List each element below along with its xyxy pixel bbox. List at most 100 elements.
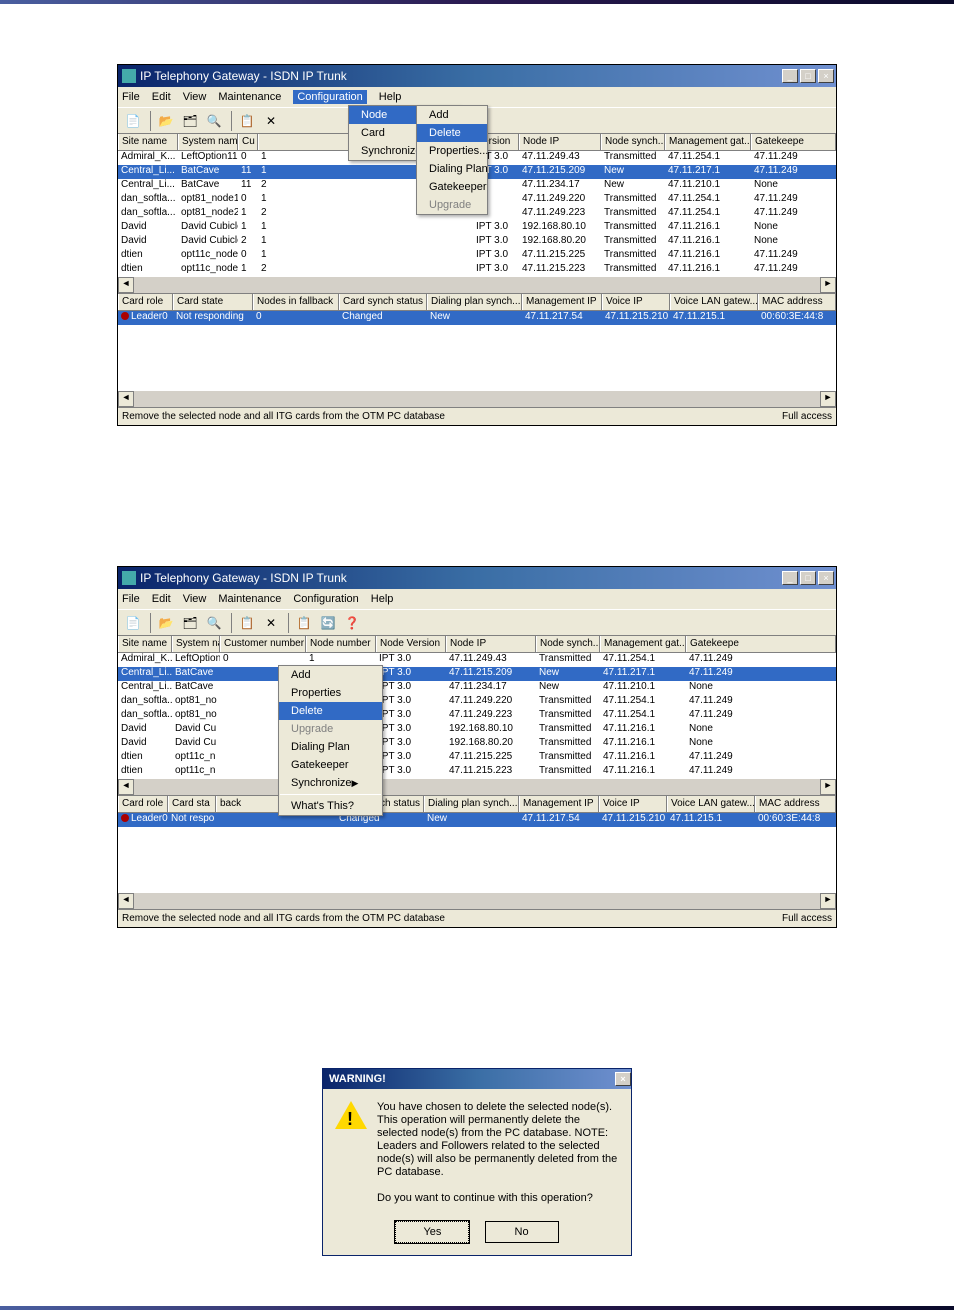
node-row[interactable]: DavidDavid Cubicle21IPT 3.0192.168.80.20…	[118, 235, 836, 249]
node-row[interactable]: DavidDavid Cu1IPT 3.0192.168.80.10Transm…	[118, 723, 836, 737]
h-scrollbar-2[interactable]: ◄►	[118, 893, 836, 909]
menuitem-gatekeeper[interactable]: Gatekeeper	[417, 178, 487, 196]
col-node-synch[interactable]: Node synch...	[536, 636, 600, 652]
minimize-button[interactable]: _	[782, 69, 798, 83]
menuitem-properties[interactable]: Properties...	[417, 142, 487, 160]
ctx-what-s-this-[interactable]: What's This?	[279, 797, 382, 815]
col-mgmt-gat[interactable]: Management gat...	[600, 636, 686, 652]
maximize-button[interactable]: □	[800, 571, 816, 585]
col-node-synch[interactable]: Node synch...	[601, 134, 665, 150]
node-row[interactable]: dtienopt11c_n2IPT 3.047.11.215.223Transm…	[118, 765, 836, 779]
col-node-ip[interactable]: Node IP	[519, 134, 601, 150]
h-scrollbar[interactable]: ◄►	[118, 779, 836, 795]
toolbar-btn-8[interactable]: 🔄	[317, 612, 339, 634]
col-mac[interactable]: MAC address	[755, 796, 836, 812]
menu-file[interactable]: File	[122, 91, 140, 103]
menu-edit[interactable]: Edit	[152, 91, 171, 103]
menu-configuration[interactable]: Configuration	[293, 593, 358, 605]
h-scrollbar[interactable]: ◄►	[118, 277, 836, 293]
col-dial-synch[interactable]: Dialing plan synch...	[424, 796, 519, 812]
ctx-delete[interactable]: Delete	[279, 702, 382, 720]
toolbar-btn-5[interactable]: 📋	[236, 110, 258, 132]
menu-configuration[interactable]: Configuration	[293, 90, 366, 104]
card-row[interactable]: Leader0 Not respo Changed New 47.11.217.…	[118, 813, 836, 827]
toolbar-btn-3[interactable]: 🗂	[179, 110, 201, 132]
ctx-synchronize[interactable]: Synchronize▶	[279, 774, 382, 792]
col-mgmt-gat[interactable]: Management gat...	[665, 134, 751, 150]
yes-button[interactable]: Yes	[395, 1221, 469, 1243]
no-button[interactable]: No	[485, 1221, 559, 1243]
menu-view[interactable]: View	[183, 91, 207, 103]
menu-maintenance[interactable]: Maintenance	[218, 593, 281, 605]
toolbar-btn-6[interactable]: ✕	[260, 612, 282, 634]
col-mgmt-ip[interactable]: Management IP	[519, 796, 599, 812]
h-scrollbar-2[interactable]: ◄►	[118, 391, 836, 407]
node-row[interactable]: dtienopt11c_node101IPT 3.047.11.215.225T…	[118, 249, 836, 263]
maximize-button[interactable]: □	[800, 69, 816, 83]
menu-maintenance[interactable]: Maintenance	[218, 91, 281, 103]
toolbar-btn-2[interactable]: 📂	[155, 110, 177, 132]
close-button[interactable]: ×	[818, 69, 834, 83]
col-voice-lan[interactable]: Voice LAN gatew...	[667, 796, 755, 812]
menuitem-add[interactable]: Add	[417, 106, 487, 124]
col-dial-synch[interactable]: Dialing plan synch...	[427, 294, 522, 310]
col-system-name[interactable]: System name	[172, 636, 220, 652]
ctx-gatekeeper[interactable]: Gatekeeper	[279, 756, 382, 774]
col-gatekeeper[interactable]: Gatekeepe	[751, 134, 836, 150]
node-row[interactable]: dtienopt11c_n1IPT 3.047.11.215.225Transm…	[118, 751, 836, 765]
menuitem-dialing-plan[interactable]: Dialing Plan	[417, 160, 487, 178]
col-card-role[interactable]: Card role	[118, 796, 168, 812]
col-cust-num[interactable]: Customer number	[220, 636, 306, 652]
ctx-properties[interactable]: Properties	[279, 684, 382, 702]
close-button[interactable]: ×	[818, 571, 834, 585]
menuitem-delete[interactable]: Delete	[417, 124, 487, 142]
col-voice-lan[interactable]: Voice LAN gatew...	[670, 294, 758, 310]
ctx-add[interactable]: Add	[279, 666, 382, 684]
col-mac[interactable]: MAC address	[758, 294, 836, 310]
col-card-synch[interactable]: Card synch status	[339, 294, 427, 310]
col-card-role[interactable]: Card role	[118, 294, 173, 310]
col-voice-ip[interactable]: Voice IP	[599, 796, 667, 812]
status-text: Remove the selected node and all ITG car…	[122, 411, 445, 422]
menu-file[interactable]: File	[122, 593, 140, 605]
col-node-ip[interactable]: Node IP	[446, 636, 536, 652]
toolbar-btn-5[interactable]: 📋	[236, 612, 258, 634]
node-row[interactable]: Admiral_K...LeftOption1101IPT 3.047.11.2…	[118, 653, 836, 667]
col-mgmt-ip[interactable]: Management IP	[522, 294, 602, 310]
col-site-name[interactable]: Site name	[118, 134, 178, 150]
toolbar-btn-1[interactable]: 📄	[122, 110, 144, 132]
ctx-dialing-plan[interactable]: Dialing Plan	[279, 738, 382, 756]
node-row[interactable]: dan_softla...opt81_no2IPT 3.047.11.249.2…	[118, 709, 836, 723]
menu-help[interactable]: Help	[371, 593, 394, 605]
col-cu[interactable]: Cu	[238, 134, 258, 150]
menu-help[interactable]: Help	[379, 91, 402, 103]
minimize-button[interactable]: _	[782, 571, 798, 585]
toolbar-btn-6[interactable]: ✕	[260, 110, 282, 132]
menu-edit[interactable]: Edit	[152, 593, 171, 605]
col-card-state[interactable]: Card state	[173, 294, 253, 310]
col-gatekeeper[interactable]: Gatekeepe	[686, 636, 836, 652]
menu-view[interactable]: View	[183, 593, 207, 605]
toolbar-btn-9[interactable]: ❓	[341, 612, 363, 634]
col-node-ver[interactable]: Node Version	[376, 636, 446, 652]
toolbar-btn-2[interactable]: 📂	[155, 612, 177, 634]
node-row[interactable]: DavidDavid Cubicle11IPT 3.0192.168.80.10…	[118, 221, 836, 235]
toolbar-btn-1[interactable]: 📄	[122, 612, 144, 634]
col-nodes-fallback[interactable]: Nodes in fallback	[253, 294, 339, 310]
card-row[interactable]: Leader0 Not responding 0 Changed New 47.…	[118, 311, 836, 325]
dialog-close-button[interactable]: ×	[615, 1072, 631, 1086]
col-card-state[interactable]: Card sta	[168, 796, 216, 812]
toolbar-btn-3[interactable]: 🗂	[179, 612, 201, 634]
toolbar-btn-7[interactable]: 📋	[293, 612, 315, 634]
node-row[interactable]: dan_softla...opt81_no1IPT 3.047.11.249.2…	[118, 695, 836, 709]
toolbar-btn-4[interactable]: 🔍	[203, 612, 225, 634]
col-site-name[interactable]: Site name	[118, 636, 172, 652]
node-row[interactable]: Central_Li...BatCave1IPT 3.047.11.215.20…	[118, 667, 836, 681]
col-node-num[interactable]: Node number	[306, 636, 376, 652]
toolbar-btn-4[interactable]: 🔍	[203, 110, 225, 132]
node-row[interactable]: DavidDavid Cu1IPT 3.0192.168.80.20Transm…	[118, 737, 836, 751]
col-system-name[interactable]: System name	[178, 134, 238, 150]
node-row[interactable]: dtienopt11c_node212IPT 3.047.11.215.223T…	[118, 263, 836, 277]
col-voice-ip[interactable]: Voice IP	[602, 294, 670, 310]
node-row[interactable]: Central_Li...BatCave2IPT 3.047.11.234.17…	[118, 681, 836, 695]
